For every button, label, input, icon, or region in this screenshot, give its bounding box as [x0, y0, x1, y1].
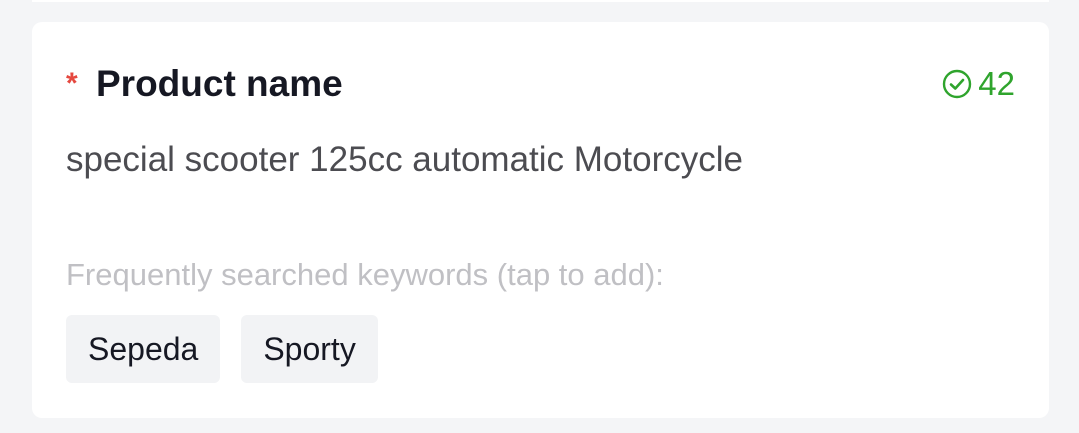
product-name-label: Product name: [96, 63, 343, 104]
product-name-input[interactable]: special scooter 125cc automatic Motorcyc…: [66, 137, 966, 183]
check-circle-icon: [943, 69, 972, 99]
keyword-chip-list: Sepeda Sporty: [66, 315, 378, 383]
character-count: 42: [942, 62, 1015, 106]
field-header: * Product name 42: [66, 62, 1015, 106]
character-count-value: 42: [978, 65, 1015, 102]
required-asterisk: *: [66, 67, 78, 100]
keywords-hint: Frequently searched keywords (tap to add…: [66, 257, 664, 292]
keyword-chip-sepeda[interactable]: Sepeda: [66, 315, 221, 383]
product-name-card: * Product name 42 special scooter 125cc …: [32, 22, 1049, 418]
keyword-chip-sporty[interactable]: Sporty: [241, 315, 378, 383]
previous-card-edge: [32, 0, 1049, 2]
